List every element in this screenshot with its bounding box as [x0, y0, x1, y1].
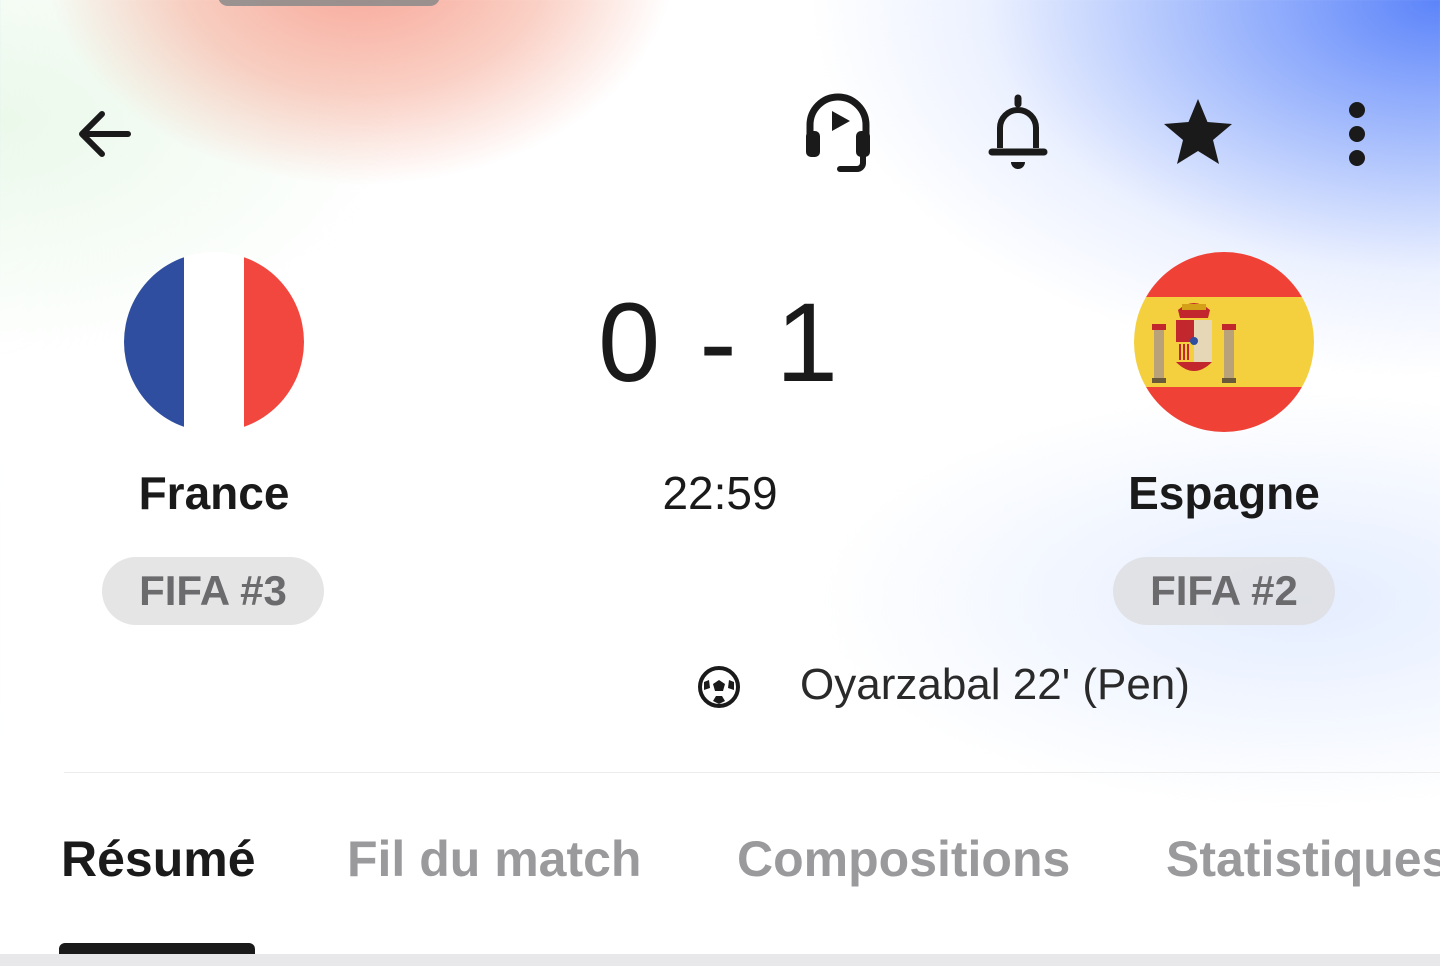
flag-stripe — [124, 252, 184, 432]
home-team-rank-badge: FIFA #3 — [102, 557, 324, 625]
match-score: 0 - 1 — [597, 280, 843, 405]
spain-flag[interactable] — [1134, 252, 1314, 432]
home-team-name[interactable]: France — [64, 466, 364, 520]
notifications-button[interactable] — [978, 88, 1058, 176]
favorite-button[interactable] — [1156, 90, 1240, 174]
live-audio-icon — [806, 93, 870, 172]
tab-statistiques[interactable]: Statistiques — [1166, 830, 1440, 888]
status-bar-pill — [218, 0, 440, 6]
bottom-separator — [0, 954, 1440, 966]
spain-flag-emblem — [1134, 252, 1314, 432]
away-team-name[interactable]: Espagne — [1074, 466, 1374, 520]
match-tabs: Résumé Fil du match Compositions Statist… — [0, 830, 1440, 910]
more-options-button[interactable] — [1330, 92, 1384, 176]
soccer-ball-icon — [698, 666, 740, 708]
tab-fil-du-match[interactable]: Fil du match — [347, 830, 641, 888]
flag-stripe — [184, 252, 244, 432]
tab-compositions[interactable]: Compositions — [737, 830, 1070, 888]
goal-scorer-text: Oyarzabal 22' (Pen) — [800, 660, 1190, 709]
bell-icon — [988, 94, 1048, 169]
section-divider — [64, 772, 1440, 773]
star-icon — [1164, 99, 1232, 164]
more-vertical-icon — [1349, 102, 1365, 166]
france-flag[interactable] — [124, 252, 304, 432]
back-button[interactable] — [62, 92, 146, 176]
match-clock: 22:59 — [662, 467, 778, 519]
live-audio-button[interactable] — [795, 88, 881, 176]
back-arrow-icon — [79, 111, 131, 157]
away-team-rank-badge: FIFA #2 — [1113, 557, 1335, 625]
tab-resume[interactable]: Résumé — [61, 830, 256, 888]
flag-stripe — [244, 252, 304, 432]
